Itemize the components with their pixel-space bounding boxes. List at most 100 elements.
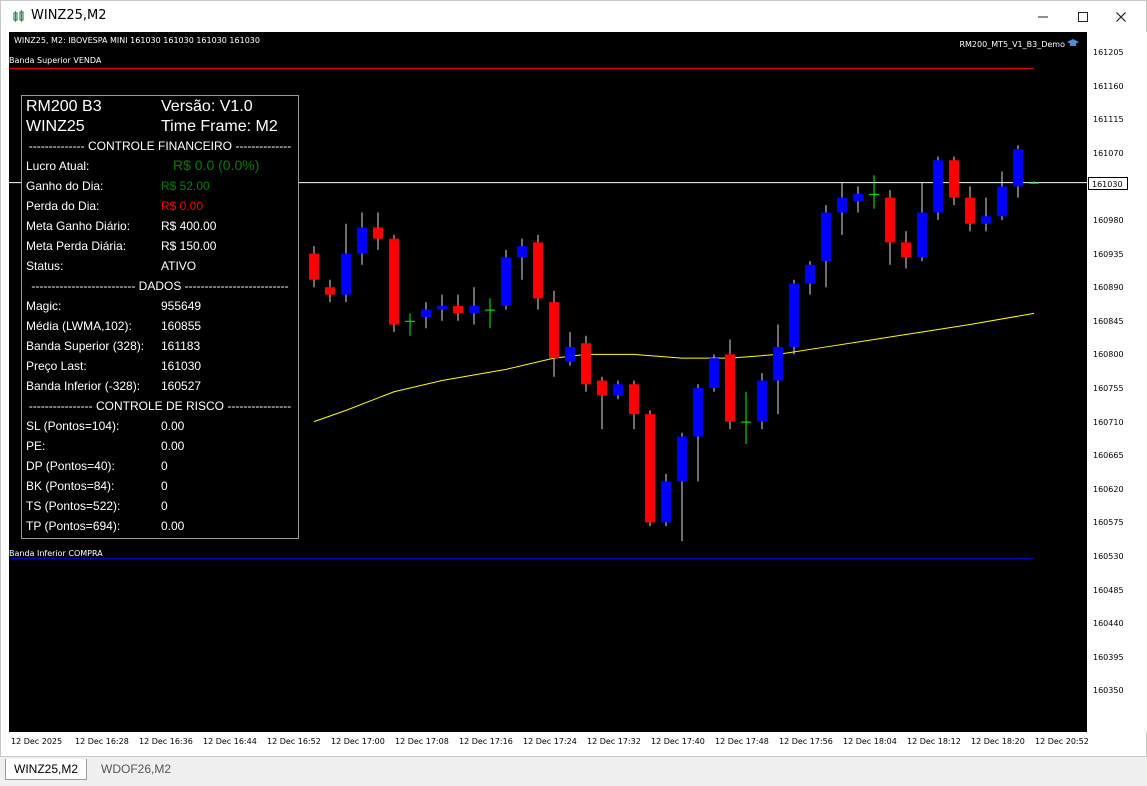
- time-tick-label: 12 Dec 18:20: [971, 737, 1025, 746]
- time-tick-label: 12 Dec 16:52: [267, 737, 321, 746]
- price-tick-label: 160845: [1093, 316, 1124, 326]
- candle-body: [581, 343, 591, 385]
- current-price-label: 161030: [1088, 177, 1128, 190]
- time-tick-label: 12 Dec 16:28: [75, 737, 129, 746]
- candle-body: [565, 346, 575, 362]
- price-tick-label: 160395: [1093, 652, 1124, 662]
- row-value: 0.00: [161, 439, 185, 453]
- panel-version: Versão: V1.0: [161, 98, 253, 115]
- row-value-ganho: R$ 52.00: [161, 179, 210, 193]
- chart-tabs: WINZ25,M2 WDOF26,M2: [0, 757, 1147, 786]
- price-chart[interactable]: WINZ25, M2: IBOVESPA MINI 161030 161030 …: [9, 32, 1087, 732]
- price-tick-label: 160890: [1093, 283, 1124, 293]
- candle-body: [837, 197, 847, 213]
- row-value-perda: R$ 0.00: [161, 199, 204, 213]
- candle-body: [357, 227, 367, 254]
- candle-body: [821, 212, 831, 262]
- candle-body: [1029, 182, 1039, 184]
- graduation-cap-icon: [1067, 39, 1079, 46]
- candle-body: [773, 346, 783, 381]
- maximize-icon: [1078, 11, 1088, 22]
- price-tick-label: 160575: [1093, 518, 1124, 528]
- price-tick-label: 160620: [1093, 484, 1124, 494]
- price-tick-label: 160755: [1093, 384, 1124, 393]
- price-tick-label: 160665: [1093, 451, 1124, 461]
- maximize-button[interactable]: [1065, 1, 1101, 32]
- price-tick-label: 161070: [1093, 148, 1124, 158]
- time-axis[interactable]: 12 Dec 2025 12 Dec 16:28 12 Dec 16:36 12 De…: [9, 732, 1089, 752]
- candle-body: [373, 227, 383, 239]
- candle-body: [421, 309, 431, 318]
- candle-body: [549, 302, 559, 359]
- price-tick-label: 160530: [1093, 552, 1124, 561]
- time-tick-label: 12 Dec 20:52: [1035, 737, 1089, 746]
- time-tick-label: 12 Dec 17:16: [459, 737, 513, 746]
- symbol-header: WINZ25, M2: IBOVESPA MINI 161030 161030 …: [14, 36, 260, 45]
- section-dados: -------------------------- DADOS -------…: [31, 279, 289, 293]
- row-value: 160527: [161, 379, 202, 393]
- band-lower-label: Banda Inferior COMPRA: [9, 549, 103, 558]
- candle-body: [1013, 149, 1023, 187]
- candle-body: [917, 212, 927, 258]
- price-tick-label: 160710: [1093, 417, 1124, 427]
- candle-body: [437, 305, 447, 310]
- time-tick-label: 12 Dec 17:24: [523, 737, 577, 746]
- candle-body: [757, 380, 767, 422]
- section-controle-financeiro: -------------- CONTROLE FINANCEIRO -----…: [28, 139, 292, 153]
- candle-body: [789, 283, 799, 347]
- row-label: TS (Pontos=522):: [26, 499, 121, 513]
- row-value: 0.00: [161, 419, 185, 433]
- time-tick-label: 12 Dec 16:44: [203, 737, 257, 746]
- price-tick-label: 160350: [1093, 686, 1124, 696]
- row-value-meta-perda: R$ 150.00: [161, 239, 217, 253]
- candle-body: [533, 242, 543, 299]
- candle-body: [325, 287, 335, 295]
- row-label: Meta Ganho Diário:: [26, 219, 131, 233]
- row-label: DP (Pontos=40):: [26, 459, 115, 473]
- price-tick-label: 161115: [1093, 115, 1124, 125]
- window-title: WINZ25,M2: [31, 8, 107, 23]
- time-tick-label: 12 Dec 17:40: [651, 737, 705, 746]
- row-value: 160855: [161, 319, 202, 333]
- candle-body: [309, 253, 319, 280]
- row-label: Banda Superior (328):: [26, 339, 145, 353]
- row-value-lucro: R$ 0.0 (0.0%): [173, 157, 260, 173]
- row-value: 955649: [161, 299, 202, 313]
- candle-body: [629, 384, 639, 415]
- candle-body: [693, 388, 703, 437]
- row-label: Meta Perda Diária:: [26, 239, 127, 253]
- panel-symbol: WINZ25: [26, 118, 85, 135]
- price-tick-label: 160485: [1093, 585, 1124, 595]
- candle-body: [677, 436, 687, 482]
- time-tick-label: 12 Dec 18:12: [907, 737, 961, 746]
- time-tick-label: 12 Dec 16:36: [139, 737, 193, 746]
- row-value: 161183: [161, 339, 201, 353]
- candle-body: [725, 354, 735, 422]
- price-tick-label: 161160: [1093, 81, 1124, 91]
- time-tick-label: 12 Dec 2025: [11, 737, 63, 746]
- close-button[interactable]: [1103, 1, 1139, 32]
- candle-body: [949, 160, 959, 198]
- candle-body: [901, 242, 911, 258]
- price-axis[interactable]: 1612051611601611151610701610251609801609…: [1087, 32, 1147, 732]
- price-tick-label: 160800: [1093, 350, 1124, 360]
- price-tick-label: 160440: [1093, 619, 1124, 629]
- tab-winz25-m2[interactable]: WINZ25,M2: [5, 759, 88, 780]
- candle-body: [389, 238, 399, 325]
- candle-body: [597, 380, 607, 396]
- close-icon: [1116, 11, 1126, 22]
- minimize-button[interactable]: [1025, 1, 1061, 32]
- candle-body: [645, 414, 655, 523]
- candle-body: [405, 320, 415, 322]
- price-tick-label: 160980: [1093, 216, 1124, 225]
- panel-timeframe: Time Frame: M2: [161, 118, 278, 135]
- row-label: Banda Inferior (-328):: [26, 379, 141, 393]
- candle-body: [885, 197, 895, 243]
- time-tick-label: 12 Dec 17:32: [587, 737, 641, 746]
- candle-body: [517, 246, 527, 258]
- row-value-status: ATIVO: [161, 259, 197, 273]
- title-bar[interactable]: WINZ25,M2: [1, 1, 1146, 32]
- expert-advisor-name[interactable]: RM200_MT5_V1_B3_Demo: [959, 40, 1065, 49]
- row-label: Preço Last:: [26, 359, 87, 373]
- tab-wdof26-m2[interactable]: WDOF26,M2: [93, 759, 179, 779]
